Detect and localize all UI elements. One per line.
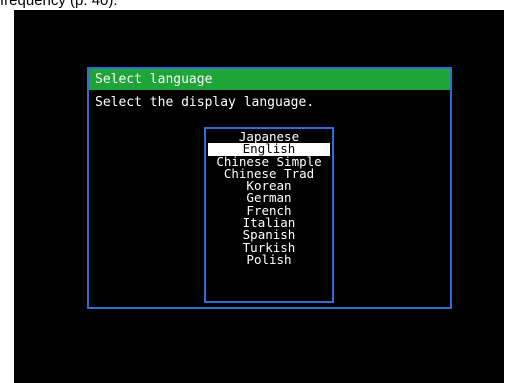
device-screen: Select language Select the display langu…: [14, 10, 504, 383]
caption-text: frequency (p. 40).: [0, 0, 118, 9]
dialog-title: Select language: [89, 69, 450, 90]
select-language-dialog: Select language Select the display langu…: [87, 67, 452, 309]
dialog-prompt: Select the display language.: [95, 95, 315, 110]
language-list: Japanese English Chinese Simple Chinese …: [204, 127, 334, 303]
language-option-polish[interactable]: Polish: [208, 253, 330, 266]
